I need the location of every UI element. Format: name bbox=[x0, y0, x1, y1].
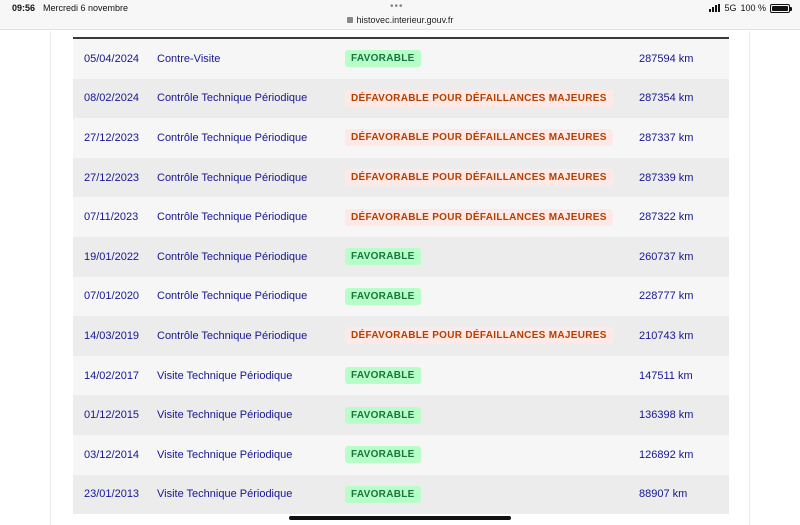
row-inspection-type: Contrôle Technique Périodique bbox=[157, 211, 308, 224]
row-result-cell: FAVORABLE bbox=[345, 446, 639, 464]
row-mileage: 287339 km bbox=[639, 171, 694, 184]
row-mileage: 147511 km bbox=[639, 369, 693, 382]
row-date: 08/02/2024 bbox=[84, 92, 140, 105]
table-row: 07/11/2023 Contrôle Technique Périodique D… bbox=[73, 197, 729, 237]
table-row: 03/12/2014 Visite Technique Périodique FAV… bbox=[73, 434, 729, 475]
row-date: 14/02/2017 bbox=[84, 369, 140, 382]
row-date: 07/11/2023 bbox=[84, 211, 139, 224]
row-date: 19/01/2022 bbox=[84, 250, 140, 263]
table-row: 23/01/2013 Visite Technique Périodique FAV… bbox=[73, 474, 729, 515]
favorable-badge: FAVORABLE bbox=[345, 50, 421, 68]
row-result-cell: FAVORABLE bbox=[345, 406, 639, 424]
table-row: 27/12/2023 Contrôle Technique Périodique D… bbox=[73, 118, 729, 158]
table-row: 14/03/2019 Contrôle Technique Périodique D… bbox=[73, 316, 729, 356]
row-result-cell: DÉFAVORABLE POUR DÉFAILLANCES MAJEURES bbox=[345, 208, 639, 226]
more-dots-icon[interactable]: ••• bbox=[390, 1, 404, 12]
favorable-badge: FAVORABLE bbox=[345, 446, 421, 464]
url-text: histovec.interieur.gouv.fr bbox=[356, 15, 454, 25]
row-mileage: 287594 km bbox=[639, 52, 694, 65]
favorable-badge: FAVORABLE bbox=[345, 287, 421, 305]
status-time: 09:56 bbox=[12, 3, 36, 13]
status-bar: 09:56 Mercredi 6 novembre ••• histovec.i… bbox=[0, 0, 800, 30]
row-mileage: 126892 km bbox=[639, 448, 694, 461]
row-result-cell: FAVORABLE bbox=[345, 50, 639, 68]
row-inspection-type: Contrôle Technique Périodique bbox=[157, 290, 308, 303]
favorable-badge: FAVORABLE bbox=[345, 485, 421, 503]
row-date: 14/03/2019 bbox=[84, 329, 140, 342]
row-inspection-type: Contre-Visite bbox=[157, 52, 221, 65]
row-mileage: 88907 km bbox=[639, 488, 688, 501]
table-row: 05/04/2024 Contre-Visite FAVORABLE 287594 k… bbox=[73, 39, 729, 79]
row-mileage: 287322 km bbox=[639, 211, 694, 224]
row-inspection-type: Contrôle Technique Périodique bbox=[157, 250, 308, 263]
favorable-badge: FAVORABLE bbox=[345, 248, 421, 266]
row-mileage: 260737 km bbox=[639, 250, 694, 263]
battery-icon bbox=[770, 3, 792, 13]
signal-icon bbox=[709, 4, 721, 12]
row-inspection-type: Contrôle Technique Périodique bbox=[157, 171, 308, 184]
defavorable-badge: DÉFAVORABLE POUR DÉFAILLANCES MAJEURES bbox=[345, 327, 613, 345]
row-mileage: 228777 km bbox=[639, 290, 694, 303]
row-inspection-type: Visite Technique Périodique bbox=[157, 488, 293, 501]
address-bar[interactable]: histovec.interieur.gouv.fr bbox=[0, 15, 800, 25]
table-row: 27/12/2023 Contrôle Technique Périodique D… bbox=[73, 157, 729, 198]
defavorable-badge: DÉFAVORABLE POUR DÉFAILLANCES MAJEURES bbox=[345, 129, 613, 147]
row-mileage: 136398 km bbox=[639, 409, 694, 422]
row-inspection-type: Contrôle Technique Périodique bbox=[157, 329, 308, 342]
row-result-cell: DÉFAVORABLE POUR DÉFAILLANCES MAJEURES bbox=[345, 327, 639, 345]
defavorable-badge: DÉFAVORABLE POUR DÉFAILLANCES MAJEURES bbox=[345, 208, 613, 226]
row-inspection-type: Visite Technique Périodique bbox=[157, 409, 293, 422]
table-row: 01/12/2015 Visite Technique Périodique FAV… bbox=[73, 395, 729, 435]
row-result-cell: FAVORABLE bbox=[345, 485, 639, 503]
row-result-cell: DÉFAVORABLE POUR DÉFAILLANCES MAJEURES bbox=[345, 169, 639, 187]
row-date: 01/12/2015 bbox=[84, 409, 140, 422]
row-inspection-type: Visite Technique Périodique bbox=[157, 369, 293, 382]
battery-label: 100 % bbox=[740, 3, 766, 13]
table-row: 19/01/2022 Contrôle Technique Périodique F… bbox=[73, 236, 729, 277]
row-date: 27/12/2023 bbox=[84, 131, 140, 144]
row-mileage: 287337 km bbox=[639, 131, 694, 144]
row-result-cell: FAVORABLE bbox=[345, 367, 639, 385]
row-result-cell: FAVORABLE bbox=[345, 287, 639, 305]
row-mileage: 210743 km bbox=[639, 329, 694, 342]
row-date: 27/12/2023 bbox=[84, 171, 140, 184]
row-inspection-type: Contrôle Technique Périodique bbox=[157, 92, 308, 105]
table-row: 07/01/2020 Contrôle Technique Périodique F… bbox=[73, 276, 729, 317]
defavorable-badge: DÉFAVORABLE POUR DÉFAILLANCES MAJEURES bbox=[345, 169, 613, 187]
row-date: 07/01/2020 bbox=[84, 290, 140, 303]
technical-inspection-table: 05/04/2024 Contre-Visite FAVORABLE 287594 k… bbox=[73, 37, 729, 515]
row-date: 23/01/2013 bbox=[84, 488, 140, 501]
lock-icon bbox=[346, 17, 353, 23]
row-date: 05/04/2024 bbox=[84, 52, 140, 65]
row-mileage: 287354 km bbox=[639, 92, 694, 105]
network-label: 5G bbox=[724, 3, 737, 13]
row-result-cell: DÉFAVORABLE POUR DÉFAILLANCES MAJEURES bbox=[345, 89, 639, 107]
row-result-cell: DÉFAVORABLE POUR DÉFAILLANCES MAJEURES bbox=[345, 129, 639, 147]
page-content: 05/04/2024 Contre-Visite FAVORABLE 287594 k… bbox=[50, 31, 750, 525]
table-row: 14/02/2017 Visite Technique Périodique FAV… bbox=[73, 355, 729, 396]
favorable-badge: FAVORABLE bbox=[345, 406, 421, 424]
status-indicators: 5G 100 % bbox=[709, 3, 792, 13]
row-date: 03/12/2014 bbox=[84, 448, 140, 461]
home-indicator[interactable] bbox=[289, 516, 511, 520]
favorable-badge: FAVORABLE bbox=[345, 367, 421, 385]
row-inspection-type: Contrôle Technique Périodique bbox=[157, 131, 308, 144]
row-result-cell: FAVORABLE bbox=[345, 248, 639, 266]
defavorable-badge: DÉFAVORABLE POUR DÉFAILLANCES MAJEURES bbox=[345, 89, 613, 107]
table-row: 08/02/2024 Contrôle Technique Périodique D… bbox=[73, 78, 729, 119]
row-inspection-type: Visite Technique Périodique bbox=[157, 448, 293, 461]
status-date: Mercredi 6 novembre bbox=[43, 3, 129, 13]
